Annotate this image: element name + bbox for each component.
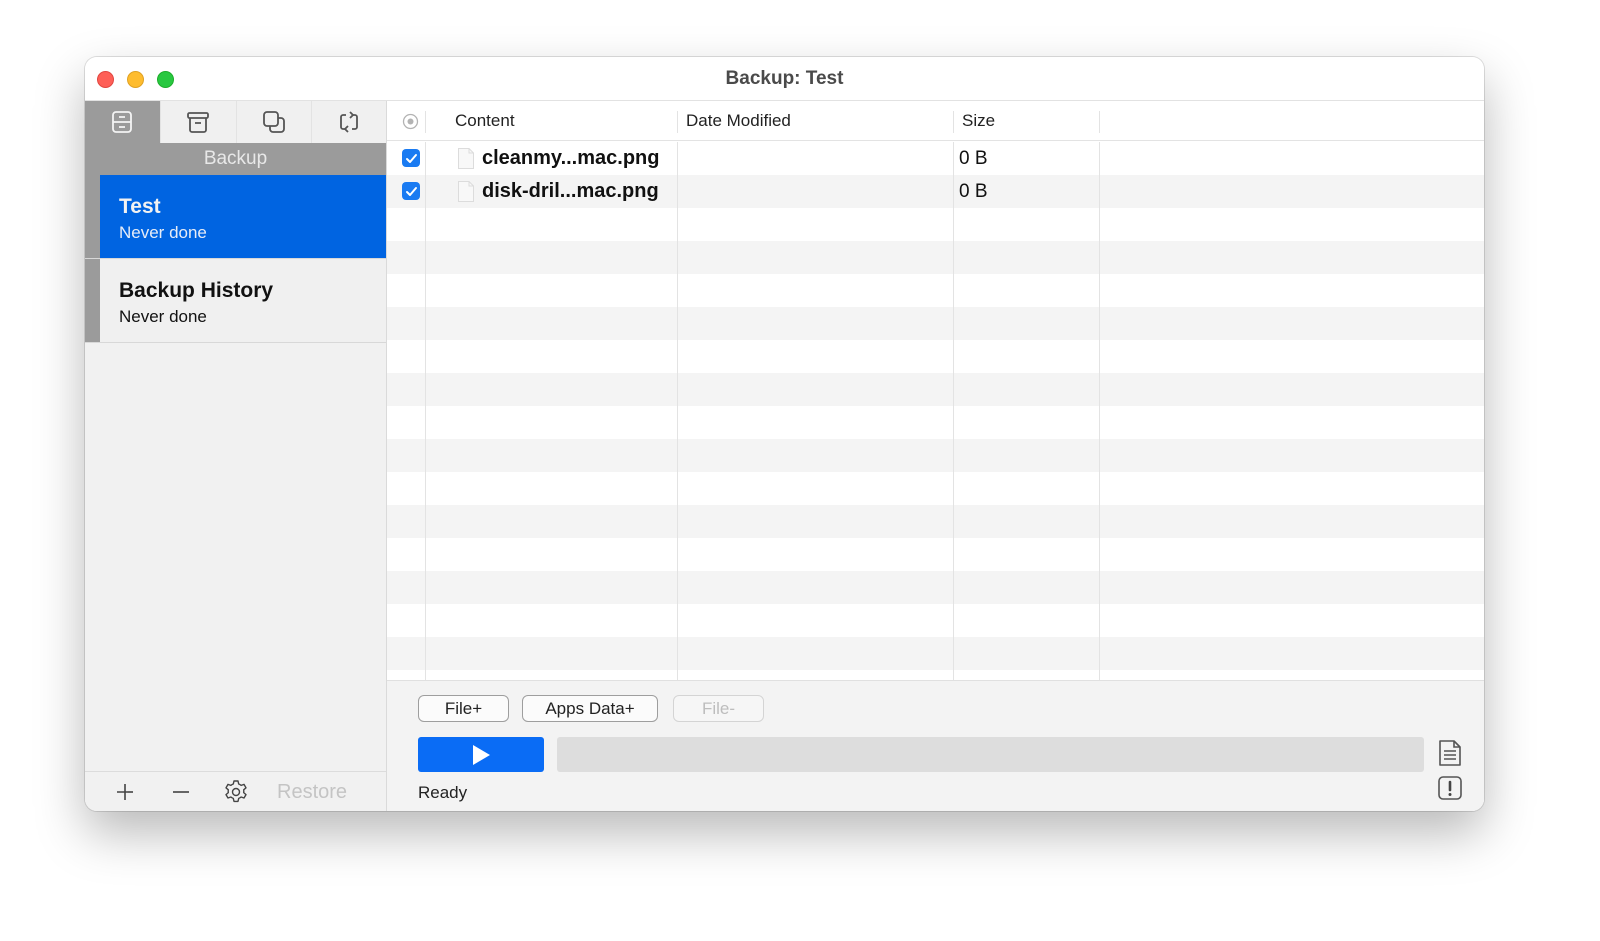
select-all-column-header[interactable] [402, 101, 419, 141]
empty-row [387, 538, 1484, 571]
empty-row [387, 604, 1484, 637]
drawer-icon [112, 111, 133, 133]
checkmark-icon [405, 153, 417, 163]
sidebar-footer: Restore [85, 771, 386, 811]
column-divider [425, 111, 426, 133]
checkmark-icon [405, 186, 417, 196]
file-size: 0 B [959, 181, 988, 202]
empty-row [387, 241, 1484, 274]
remove-file-button[interactable]: File- [673, 695, 764, 722]
tab-backup[interactable] [85, 101, 161, 143]
empty-row [387, 571, 1484, 604]
sidebar-tabs [85, 101, 386, 143]
status-text: Ready [418, 783, 468, 802]
job-item-backup-history[interactable]: Backup History Never done [85, 259, 386, 343]
gear-icon [225, 780, 247, 803]
job-name: Backup History [119, 279, 274, 302]
table-header: Content Date Modified Size [387, 101, 1484, 141]
job-stripe [85, 259, 100, 342]
job-stripe [85, 175, 100, 258]
sidebar: Backup Test Never done Backup History Ne… [85, 101, 387, 811]
job-status: Never done [119, 223, 207, 242]
file-name: disk-dril...mac.png [482, 180, 659, 202]
column-grid-line [677, 142, 678, 680]
duplicate-squares-icon [262, 111, 285, 133]
column-grid-line [1099, 142, 1100, 680]
empty-row [387, 472, 1484, 505]
settings-button[interactable] [222, 778, 250, 806]
column-divider[interactable] [1099, 111, 1100, 133]
column-grid-line [953, 142, 954, 680]
title-bar: Backup: Test [85, 57, 1484, 101]
empty-row [387, 307, 1484, 340]
minus-icon [173, 791, 189, 793]
column-header-size[interactable]: Size [962, 101, 995, 141]
file-icon [458, 181, 474, 202]
row-checkbox[interactable] [402, 182, 420, 200]
tab-archive[interactable] [161, 101, 237, 143]
app-window: Backup: Test Backup Test Never done Back… [85, 57, 1484, 811]
empty-row [387, 637, 1484, 670]
plus-icon [117, 784, 133, 800]
progress-bar [557, 737, 1424, 772]
empty-row [387, 208, 1484, 241]
file-name: cleanmy...mac.png [482, 147, 660, 169]
table-body: cleanmy...mac.png 0 B disk-dril...mac.pn… [387, 142, 1484, 680]
content-table: Content Date Modified Size cleanmy...mac… [387, 101, 1484, 811]
alert-button[interactable] [1437, 775, 1463, 803]
add-job-button[interactable] [113, 778, 137, 806]
column-header-date-modified[interactable]: Date Modified [686, 101, 791, 141]
log-button[interactable] [1437, 739, 1463, 767]
file-icon [458, 148, 474, 169]
empty-row [387, 373, 1484, 406]
play-icon [473, 744, 490, 765]
table-row[interactable]: disk-dril...mac.png 0 B [387, 175, 1484, 208]
tab-sync[interactable] [312, 101, 386, 143]
table-row[interactable]: cleanmy...mac.png 0 B [387, 142, 1484, 175]
empty-row [387, 439, 1484, 472]
empty-row [387, 670, 1484, 680]
tab-clone[interactable] [237, 101, 313, 143]
empty-row [387, 274, 1484, 307]
column-grid-line [425, 142, 426, 680]
add-apps-data-button[interactable]: Apps Data+ [522, 695, 658, 722]
exclamation-icon [1438, 776, 1462, 800]
job-item-test[interactable]: Test Never done [85, 175, 386, 259]
empty-row [387, 406, 1484, 439]
column-header-content[interactable]: Content [455, 101, 515, 141]
document-icon [1439, 740, 1461, 766]
archive-box-icon [187, 112, 210, 133]
start-backup-button[interactable] [418, 737, 544, 772]
file-size: 0 B [959, 148, 988, 169]
empty-row [387, 340, 1484, 373]
job-name: Test [119, 195, 161, 218]
section-header: Backup [85, 143, 386, 175]
restore-button[interactable]: Restore [277, 778, 347, 806]
empty-row [387, 505, 1484, 538]
sync-arrows-icon [340, 111, 359, 133]
control-panel: File+ Apps Data+ File- Ready [387, 680, 1484, 811]
window-title: Backup: Test [725, 68, 844, 89]
target-circle-icon [402, 113, 419, 130]
column-divider[interactable] [677, 111, 678, 133]
remove-job-button[interactable] [169, 778, 193, 806]
job-status: Never done [119, 307, 207, 326]
row-checkbox[interactable] [402, 149, 420, 167]
column-divider[interactable] [953, 111, 954, 133]
add-file-button[interactable]: File+ [418, 695, 509, 722]
